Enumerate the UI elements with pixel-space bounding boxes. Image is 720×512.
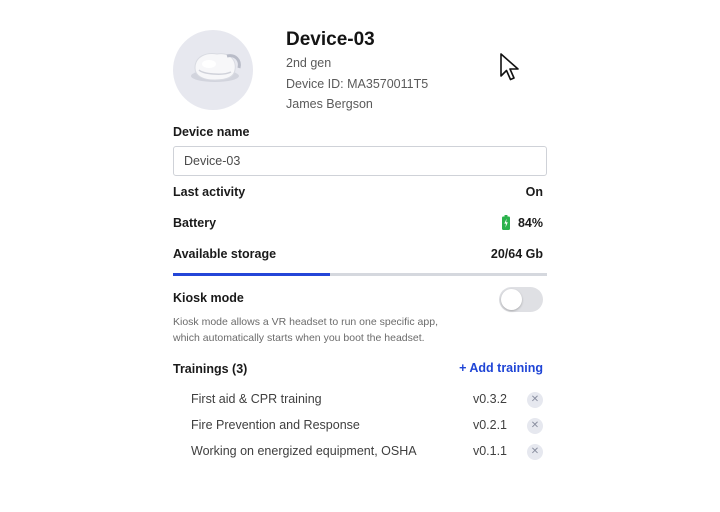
training-version: v0.3.2 [472,392,507,406]
add-training-button[interactable]: + Add training [459,361,543,375]
device-name-label: Device name [173,125,250,139]
trainings-heading: Trainings (3) [173,362,248,376]
vr-headset-image [173,30,253,110]
training-name: First aid & CPR training [191,392,322,406]
battery-charging-icon [501,215,510,230]
kiosk-description-line-2: which automatically starts when you boot… [173,332,425,344]
close-icon: ✕ [530,446,540,457]
kiosk-mode-label: Kiosk mode [173,291,244,305]
kiosk-description-line-1: Kiosk mode allows a VR headset to run on… [173,316,438,328]
device-name-input[interactable] [173,146,547,176]
mouse-pointer-icon [500,53,519,81]
storage-progress-fill [173,273,331,276]
training-name: Working on energized equipment, OSHA [191,444,417,458]
kiosk-mode-description: Kiosk mode allows a VR headset to run on… [173,314,473,346]
device-header: Device-03 2nd gen Device ID: MA3570011T5… [173,29,547,111]
remove-training-button[interactable]: ✕ [527,444,543,460]
device-details-panel: Device-03 2nd gen Device ID: MA3570011T5… [173,0,547,512]
device-title: Device-03 [286,29,375,50]
storage-value: 20/64 Gb [490,247,543,261]
device-generation: 2nd gen [286,56,332,70]
close-icon: ✕ [530,394,540,405]
training-row: Working on energized equipment, OSHA v0.… [191,442,547,464]
close-icon: ✕ [530,420,540,431]
training-row: Fire Prevention and Response v0.2.1 ✕ [191,416,547,438]
remove-training-button[interactable]: ✕ [527,392,543,408]
training-version: v0.2.1 [472,418,507,432]
training-row: First aid & CPR training v0.3.2 ✕ [191,390,547,412]
battery-status: 84% [501,215,543,230]
storage-label: Available storage [173,247,277,261]
battery-label: Battery [173,216,217,230]
toggle-knob [501,289,522,310]
storage-progress-bar [173,273,547,276]
last-activity-label: Last activity [173,185,246,199]
training-name: Fire Prevention and Response [191,418,360,432]
remove-training-button[interactable]: ✕ [527,418,543,434]
battery-value: 84% [517,215,543,230]
device-id: Device ID: MA3570011T5 [286,77,429,91]
last-activity-value: On [525,185,543,199]
training-version: v0.1.1 [472,444,507,458]
device-owner: James Bergson [286,97,373,111]
kiosk-mode-toggle[interactable] [499,287,543,312]
